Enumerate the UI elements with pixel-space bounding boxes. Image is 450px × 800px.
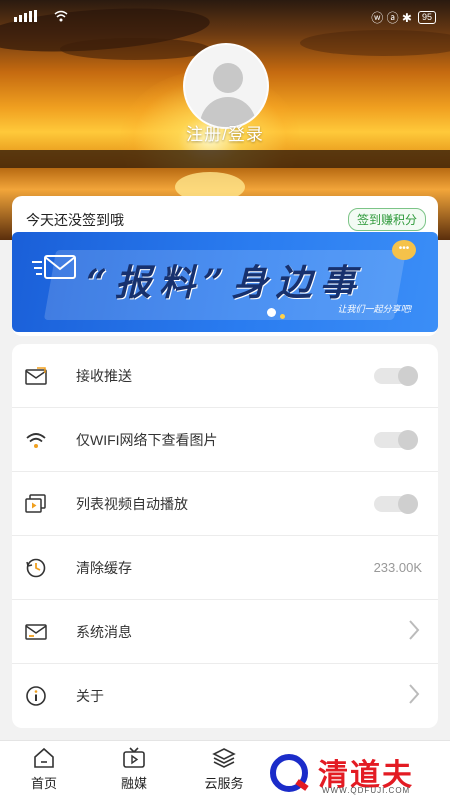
decor-dot	[280, 314, 285, 319]
watermark-logo: 清道夫 WWW.QDFUJI.COM	[270, 752, 445, 796]
battery-icon: 95	[417, 10, 436, 24]
setting-autoplay[interactable]: 列表视频自动播放	[12, 472, 438, 536]
wifi-icon	[24, 428, 48, 452]
setting-label: 系统消息	[76, 623, 132, 640]
toggle-knob	[398, 493, 418, 514]
setting-system-messages[interactable]: 系统消息	[12, 600, 438, 664]
video-play-icon	[24, 492, 48, 516]
layers-icon	[212, 747, 236, 769]
login-link[interactable]: 注册/登录	[0, 120, 450, 145]
horizon	[0, 150, 450, 168]
setting-wifi-images[interactable]: 仅WIFI网络下查看图片	[12, 408, 438, 472]
tv-icon	[122, 747, 146, 769]
sign-in-row: 今天还没签到哦 签到赚积分	[26, 208, 426, 231]
nav-cloud-services[interactable]: 云服务	[194, 747, 254, 792]
chevron-right-icon	[408, 683, 420, 709]
sign-in-prompt: 今天还没签到哦	[26, 211, 124, 228]
setting-label: 仅WIFI网络下查看图片	[76, 431, 218, 448]
settings-list: 接收推送 仅WIFI网络下查看图片 列表视频自动播放 清除缓存 233.00K …	[12, 344, 438, 728]
nav-label: 云服务	[204, 776, 244, 791]
banner-subtitle: 让我们一起分享吧!	[337, 304, 412, 314]
cloud-decoration	[60, 38, 210, 60]
setting-label: 清除缓存	[76, 559, 132, 576]
setting-label: 关于	[76, 688, 104, 704]
nav-media[interactable]: 融媒	[104, 747, 164, 792]
push-toggle[interactable]	[374, 365, 418, 386]
status-bar: ⓦ ⓐ ✱ 95	[0, 0, 450, 34]
toggle-knob	[398, 429, 418, 450]
autoplay-toggle[interactable]	[374, 493, 418, 514]
setting-clear-cache[interactable]: 清除缓存 233.00K	[12, 536, 438, 600]
setting-label: 列表视频自动播放	[76, 495, 188, 512]
q-logo-icon	[270, 754, 308, 792]
home-icon	[32, 747, 56, 769]
decor-dot	[267, 308, 276, 317]
setting-push[interactable]: 接收推送	[12, 344, 438, 408]
envelope-icon	[24, 364, 48, 388]
signal-icon	[14, 9, 48, 25]
message-icon	[24, 620, 48, 644]
sign-in-button[interactable]: 签到赚积分	[347, 208, 426, 231]
chevron-right-icon	[408, 619, 420, 645]
cache-size: 233.00K	[373, 560, 422, 575]
wifi-status-icon	[54, 10, 68, 25]
nav-home[interactable]: 首页	[14, 747, 74, 792]
banner-title: “报料”身边事	[86, 262, 364, 304]
setting-about[interactable]: 关于	[12, 664, 438, 728]
nav-label: 首页	[30, 776, 57, 791]
watermark-url: WWW.QDFUJI.COM	[322, 786, 411, 795]
wifi-images-toggle[interactable]	[374, 429, 418, 450]
status-right: ⓦ ⓐ ✱ 95	[371, 9, 436, 26]
avatar-head	[213, 63, 243, 93]
avatar[interactable]	[183, 43, 269, 129]
status-left	[14, 9, 68, 25]
toggle-knob	[398, 365, 418, 386]
nav-label: 融媒	[120, 776, 147, 791]
clock-clear-icon	[24, 556, 48, 580]
report-banner[interactable]: ••• “报料”身边事 让我们一起分享吧!	[12, 232, 438, 332]
status-icons: ⓦ ⓐ ✱	[371, 10, 412, 25]
setting-label: 接收推送	[76, 367, 132, 384]
info-icon	[24, 684, 48, 708]
